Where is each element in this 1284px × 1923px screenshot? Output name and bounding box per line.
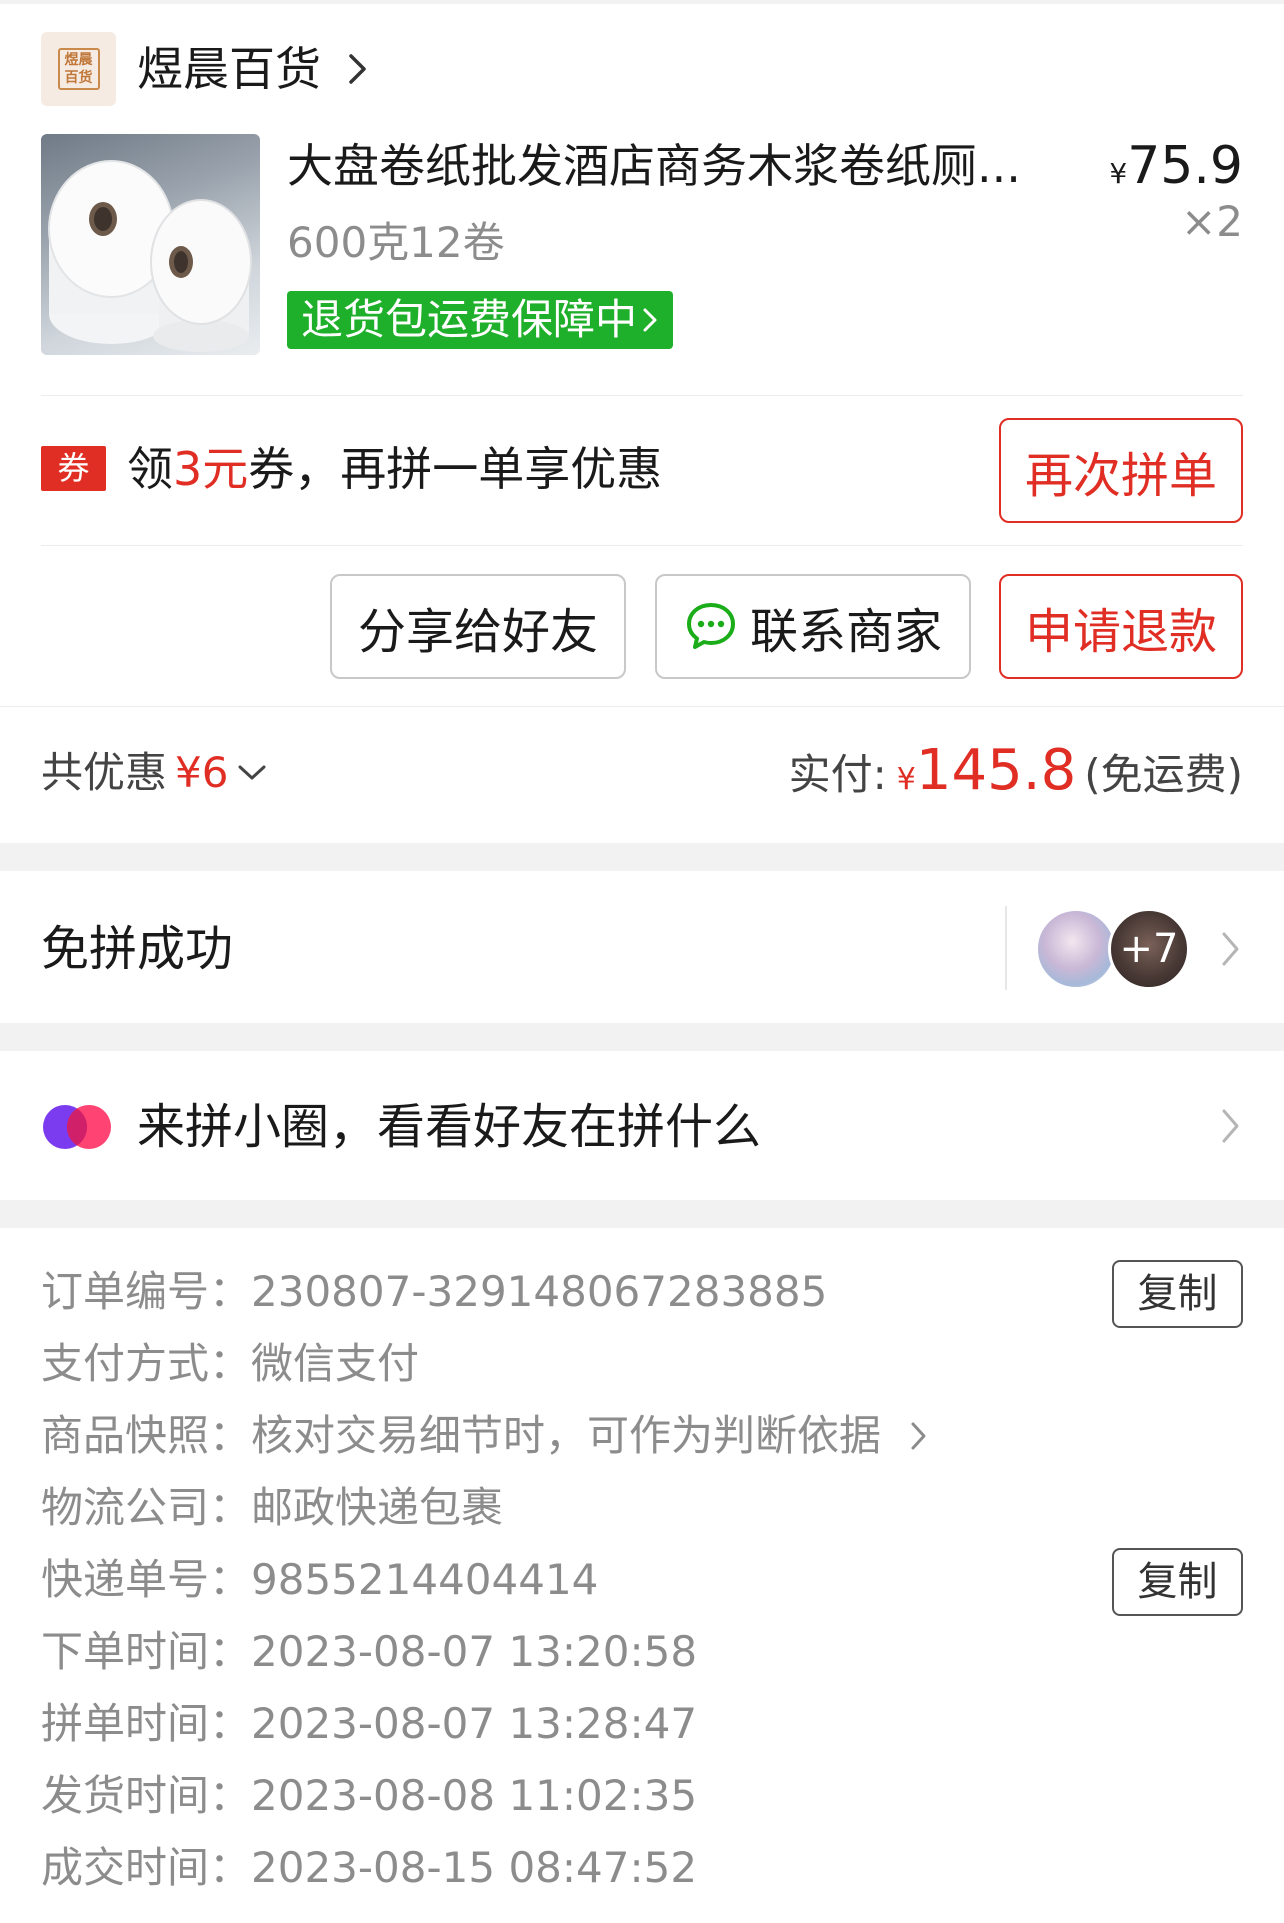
snapshot-row[interactable]: 商品快照：核对交易细节时，可作为判断依据 — [41, 1408, 930, 1464]
section-gap — [0, 1023, 1284, 1051]
chevron-right-icon — [911, 1422, 926, 1450]
product-title[interactable]: 大盘卷纸批发酒店商务木浆卷纸厕... — [287, 134, 1057, 198]
extra-members-count: +7 — [1119, 926, 1179, 972]
avatar-more-members[interactable]: +7 — [1108, 908, 1190, 990]
chevron-right-icon[interactable] — [1218, 1103, 1244, 1149]
divider — [1005, 906, 1007, 990]
info-label: 快递单号： — [41, 1555, 252, 1604]
coupon-text: 领3元券，再拼一单享优惠 — [127, 440, 662, 498]
paid-label: 实付: — [788, 750, 887, 799]
product-image[interactable] — [41, 134, 260, 355]
coupon-text-prefix: 领 — [127, 442, 173, 496]
price-value: 75.9 — [1127, 136, 1243, 196]
tracking-number-row: 快递单号：9855214404414 — [41, 1552, 598, 1608]
store-logo[interactable]: 煜晨 百货 — [41, 32, 116, 106]
snapshot-link[interactable]: 核对交易细节时，可作为判断依据 — [251, 1411, 881, 1460]
coupon-text-suffix: 券，再拼一单享优惠 — [248, 442, 663, 496]
toilet-paper-image — [48, 160, 252, 352]
avatar[interactable] — [1035, 908, 1117, 990]
logistics-company-row: 物流公司：邮政快递包裹 — [41, 1480, 503, 1536]
chevron-right-icon — [643, 308, 657, 332]
paid-currency: ¥ — [896, 762, 916, 797]
copy-tracking-number-button[interactable]: 复制 — [1112, 1548, 1243, 1616]
price-currency: ¥ — [1109, 157, 1128, 190]
ship-time-row: 发货时间：2023-08-08 11:02:35 — [41, 1768, 697, 1824]
divider — [41, 545, 1243, 546]
coupon-tag: 券 — [41, 446, 106, 491]
store-logo-text-1: 煜晨 — [64, 52, 93, 68]
paid-summary: 实付: ¥ 145.8 (免运费) — [789, 738, 1243, 813]
group-time: 2023-08-07 13:28:47 — [251, 1699, 698, 1748]
circle-promo-text[interactable]: 来拼小圈，看看好友在拼什么 — [137, 1096, 761, 1158]
refund-button[interactable]: 申请退款 — [999, 574, 1243, 679]
store-logo-text-2: 百货 — [64, 70, 93, 86]
ship-time: 2023-08-08 11:02:35 — [251, 1771, 698, 1820]
product-spec: 600克12卷 — [287, 218, 505, 267]
chevron-down-icon — [238, 765, 266, 780]
pinxiaoquan-logo-icon — [43, 1105, 111, 1149]
discount-summary[interactable]: 共优惠 ¥6 — [41, 745, 268, 801]
deal-time: 2023-08-15 08:47:52 — [251, 1843, 698, 1892]
shipping-note: (免运费) — [1084, 750, 1243, 799]
divider — [41, 395, 1243, 396]
section-gap — [0, 843, 1284, 871]
coupon-amount: 3元 — [173, 442, 249, 496]
top-band — [0, 0, 1284, 4]
info-label: 物流公司： — [41, 1483, 252, 1532]
reorder-button[interactable]: 再次拼单 — [999, 418, 1243, 523]
info-label: 成交时间： — [41, 1843, 252, 1892]
chevron-right-icon[interactable] — [345, 46, 371, 92]
store-name[interactable]: 煜晨百货 — [137, 38, 321, 100]
contact-seller-button[interactable]: 联系商家 — [655, 574, 971, 679]
order-number: 230807-329148067283885 — [251, 1267, 828, 1316]
tracking-number: 9855214404414 — [251, 1555, 599, 1604]
group-time-row: 拼单时间：2023-08-07 13:28:47 — [41, 1696, 697, 1752]
discount-label: 共优惠 — [41, 748, 168, 797]
order-number-row: 订单编号：230807-329148067283885 — [41, 1264, 827, 1320]
section-gap — [0, 1200, 1284, 1228]
order-time-row: 下单时间：2023-08-07 13:20:58 — [41, 1624, 697, 1680]
paid-amount: 145.8 — [915, 738, 1077, 803]
return-badge-label: 退货包运费保障中 — [301, 295, 638, 344]
share-button[interactable]: 分享给好友 — [330, 574, 626, 679]
deal-time-row: 成交时间：2023-08-15 08:47:52 — [41, 1840, 697, 1896]
contact-seller-label: 联系商家 — [749, 603, 942, 660]
copy-order-number-button[interactable]: 复制 — [1112, 1260, 1243, 1328]
discount-amount: ¥6 — [175, 748, 229, 797]
chevron-right-icon[interactable] — [1218, 926, 1244, 972]
logistics-company: 邮政快递包裹 — [251, 1483, 504, 1532]
info-label: 拼单时间： — [41, 1699, 252, 1748]
wechat-chat-icon — [686, 602, 735, 649]
info-label: 发货时间： — [41, 1771, 252, 1820]
product-quantity: ×2 — [1181, 197, 1243, 246]
info-label: 下单时间： — [41, 1627, 252, 1676]
info-label: 支付方式： — [41, 1339, 252, 1388]
order-time: 2023-08-07 13:20:58 — [251, 1627, 698, 1676]
divider — [0, 706, 1284, 707]
payment-method-row: 支付方式：微信支付 — [41, 1336, 419, 1392]
payment-method: 微信支付 — [251, 1339, 420, 1388]
info-label: 订单编号： — [41, 1267, 252, 1316]
group-status: 免拼成功 — [41, 921, 234, 977]
return-shipping-badge[interactable]: 退货包运费保障中 — [287, 291, 674, 349]
info-label: 商品快照： — [41, 1411, 252, 1460]
store-logo-mark: 煜晨 百货 — [57, 48, 100, 90]
